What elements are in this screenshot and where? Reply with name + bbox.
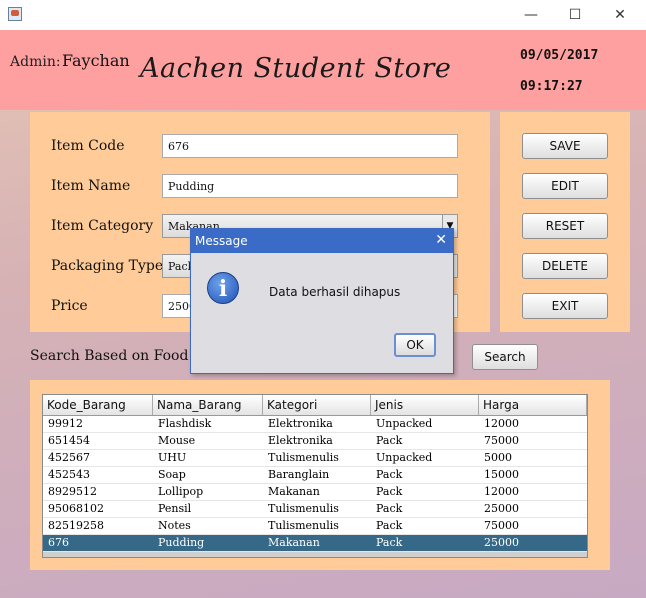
table-cell: Tulismenulis [268,502,339,515]
item-code-field[interactable]: 676 [162,134,458,158]
column-header[interactable]: Nama_Barang [153,395,263,415]
table-cell: Mouse [158,434,196,447]
table-cell: 25000 [484,536,519,549]
table-row[interactable]: 452567 UHU Tulismenulis Unpacked 5000 [43,450,587,467]
table-cell: Pensil [158,502,192,515]
table-cell: 12000 [484,485,519,498]
search-button[interactable]: Search [472,344,538,370]
table-cell: 75000 [484,519,519,532]
table-cell: 25000 [484,502,519,515]
table-cell: Lollipop [158,485,204,498]
table-row[interactable]: 452543 Soap Baranglain Pack 15000 [43,467,587,484]
table-cell: 452543 [48,468,90,481]
table-cell: Baranglain [268,468,330,481]
table-cell: 75000 [484,434,519,447]
dialog-titlebar[interactable]: Message ✕ [191,229,453,253]
table-row[interactable]: 651454 Mouse Elektronika Pack 75000 [43,433,587,450]
table-cell: UHU [158,451,187,464]
table-cell: Makanan [268,536,320,549]
edit-button[interactable]: EDIT [522,173,608,199]
minimize-button[interactable]: — [508,0,554,30]
table-cell: 651454 [48,434,90,447]
table-cell: Flashdisk [158,417,212,430]
close-window-button[interactable]: ✕ [597,0,643,30]
table-cell: 5000 [484,451,512,464]
column-header[interactable]: Harga [479,395,587,415]
store-title: Aachen Student Store [140,53,452,84]
table-cell: Pack [376,519,403,532]
table-cell: Pack [376,485,403,498]
table-cell: Soap [158,468,186,481]
table-cell: 676 [48,536,69,549]
table-row[interactable]: 99912 Flashdisk Elektronika Unpacked 12000 [43,416,587,433]
current-time: 09:17:27 [520,79,583,94]
table-body: 99912 Flashdisk Elektronika Unpacked 12000 65… [43,416,587,552]
save-button[interactable]: SAVE [522,133,608,159]
maximize-button[interactable]: ☐ [552,0,598,30]
table-row[interactable]: 82519258 Notes Tulismenulis Pack 75000 [43,518,587,535]
admin-name: Faychan [62,51,130,70]
item-code-label: Item Code [51,138,125,154]
table-cell: 452567 [48,451,90,464]
packaging-type-label: Packaging Type [51,258,164,274]
item-category-label: Item Category [51,218,154,234]
current-date: 09/05/2017 [520,48,599,63]
table-cell: Elektronika [268,434,333,447]
table-cell: Tulismenulis [268,519,339,532]
table-row[interactable]: 676 Pudding Makanan Pack 25000 [43,535,587,552]
table-row[interactable]: 8929512 Lollipop Makanan Pack 12000 [43,484,587,501]
table-cell: Pudding [158,536,205,549]
dialog-title: Message [195,234,248,248]
table-cell: Pack [376,502,403,515]
table-cell: Tulismenulis [268,451,339,464]
table-cell: 12000 [484,417,519,430]
close-icon[interactable]: ✕ [435,232,447,248]
table-cell: Pack [376,536,403,549]
table-header: Kode_Barang Nama_Barang Kategori Jenis Harga [43,395,587,416]
table-cell: Makanan [268,485,320,498]
table-cell: Elektronika [268,417,333,430]
table-cell: 99912 [48,417,83,430]
info-icon: i [207,272,239,304]
column-header[interactable]: Kategori [263,395,371,415]
price-label: Price [51,298,88,314]
search-label: Search Based on Food C [30,348,204,364]
exit-button[interactable]: EXIT [522,293,608,319]
table-cell: Notes [158,519,191,532]
item-name-label: Item Name [51,178,131,194]
column-header[interactable]: Jenis [371,395,479,415]
ok-button[interactable]: OK [394,333,436,357]
table-cell: 8929512 [48,485,97,498]
items-table[interactable]: Kode_Barang Nama_Barang Kategori Jenis Harga… [42,394,588,558]
delete-button[interactable]: DELETE [522,253,608,279]
table-cell: 15000 [484,468,519,481]
message-dialog: Message ✕ i Data berhasil dihapus OK [190,228,454,374]
item-name-field[interactable]: Pudding [162,174,458,198]
reset-button[interactable]: RESET [522,213,608,239]
column-header[interactable]: Kode_Barang [43,395,153,415]
table-cell: 82519258 [48,519,104,532]
table-cell: Pack [376,434,403,447]
java-app-icon [8,7,22,21]
table-cell: Pack [376,468,403,481]
admin-label: Admin: [10,54,61,70]
table-cell: 95068102 [48,502,104,515]
table-row[interactable]: 95068102 Pensil Tulismenulis Pack 25000 [43,501,587,518]
table-cell: Unpacked [376,451,433,464]
table-cell: Unpacked [376,417,433,430]
dialog-message: Data berhasil dihapus [269,285,401,299]
